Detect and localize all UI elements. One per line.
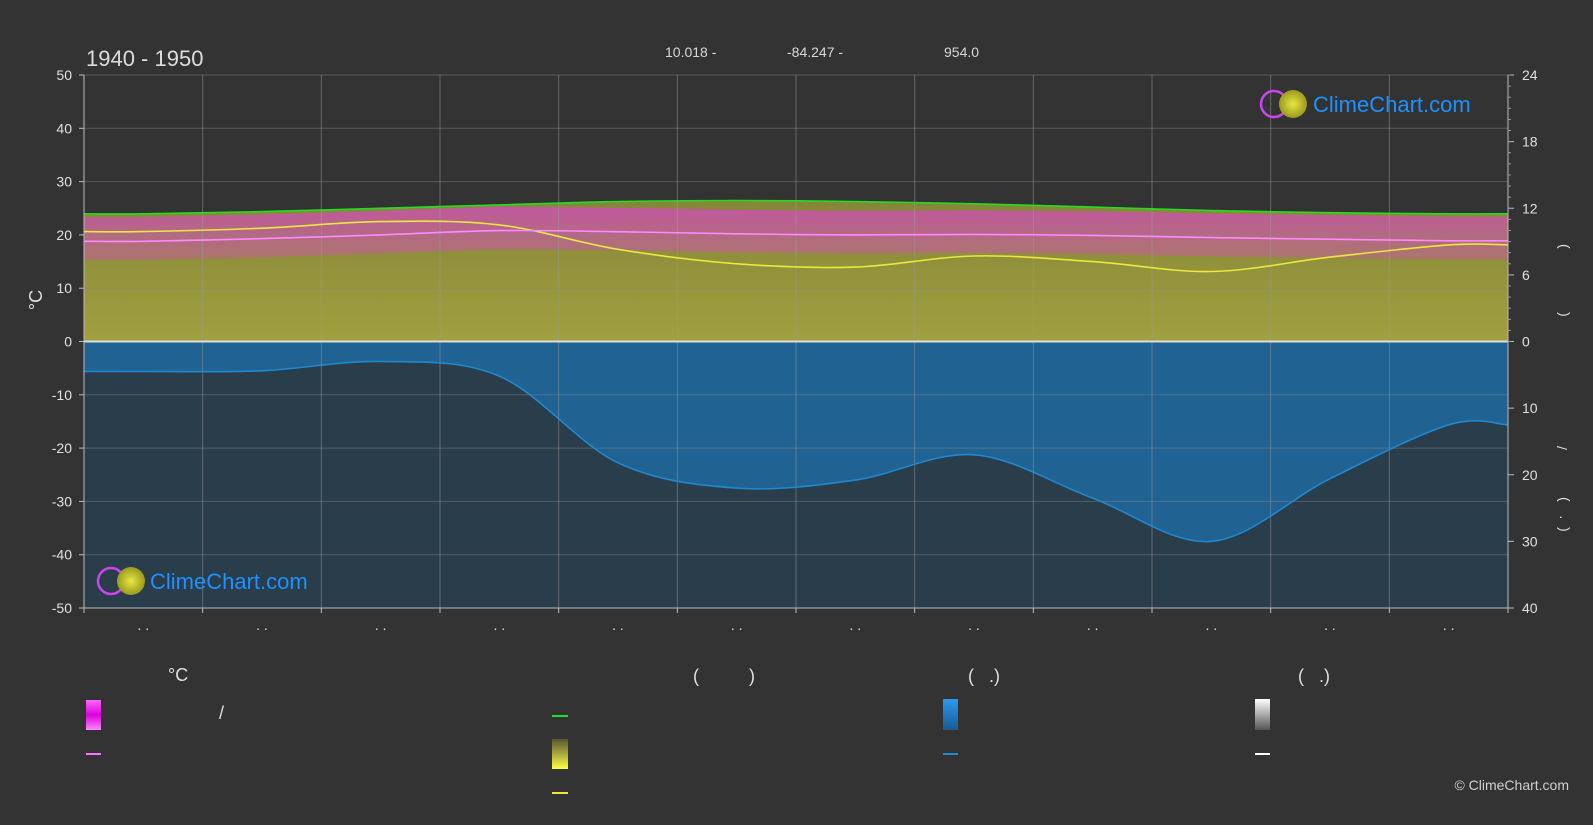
right-label-5: /: [1554, 446, 1570, 450]
legend-col1-header: °C: [168, 665, 189, 685]
left-tick-label: -20: [52, 440, 72, 456]
right-label-8: ): [1557, 527, 1573, 532]
chart-period-title: 1940 - 1950: [86, 46, 203, 71]
left-tick-label: 0: [64, 334, 72, 350]
right-label-6: (: [1557, 497, 1573, 502]
month-label: . .: [375, 617, 387, 633]
right-tick-label-mm: 40: [1522, 600, 1538, 616]
legend-rain-range-swatch: [943, 699, 958, 730]
right-tick-label-hours: 24: [1522, 67, 1538, 83]
month-label: . .: [968, 617, 980, 633]
logo-bottom-left: ClimeChart.com: [96, 566, 308, 596]
month-label: . .: [1443, 617, 1455, 633]
right-label-1: (: [1557, 244, 1573, 249]
logo-text-bottom: ClimeChart.com: [150, 569, 308, 594]
month-label: . .: [612, 617, 624, 633]
copyright: © ClimeChart.com: [1454, 777, 1569, 793]
right-tick-label-mm: 30: [1522, 533, 1538, 549]
longitude-label: -84.247 -: [787, 44, 843, 60]
logo-text-top: ClimeChart.com: [1313, 92, 1471, 117]
right-tick-label-hours: 6: [1522, 267, 1530, 283]
right-tick-label-hours: 0: [1522, 334, 1530, 350]
climate-chart: 50 40 30 20 10 0 -10 -20 -30 -40 -50 24 18 12 6 0 10 20 30…: [26, 44, 1573, 794]
legend-sunshine-range-swatch: [552, 739, 568, 769]
right-label-7: ·: [1554, 515, 1570, 520]
legend-col3-header: ( .): [968, 666, 1000, 686]
right-tick-label-hours: 12: [1522, 200, 1538, 216]
month-label: . .: [1087, 617, 1099, 633]
latitude-label: 10.018 -: [665, 44, 717, 60]
left-tick-label: 30: [56, 174, 72, 190]
month-label: . .: [1324, 617, 1336, 633]
month-label: . .: [731, 617, 743, 633]
left-axis-unit: °C: [26, 290, 46, 310]
month-label: . .: [256, 617, 268, 633]
legend-col1-separator: /: [219, 703, 225, 723]
legend-snow-range-swatch: [1255, 699, 1270, 730]
elevation-label: 954.0: [944, 44, 979, 60]
month-label: . .: [1205, 617, 1217, 633]
left-tick-label: -10: [52, 387, 72, 403]
right-tick-label-mm: 10: [1522, 400, 1538, 416]
logo-top-right: ClimeChart.com: [1259, 89, 1471, 119]
logo-sun-icon: [117, 567, 145, 595]
month-label: . .: [493, 617, 505, 633]
left-tick-label: -40: [52, 547, 72, 563]
left-tick-label: 50: [56, 67, 72, 83]
month-label: . .: [137, 617, 149, 633]
left-tick-label: 10: [56, 280, 72, 296]
legend-col4-header: ( .): [1298, 666, 1330, 686]
month-label: . .: [849, 617, 861, 633]
right-tick-label-hours: 18: [1522, 134, 1538, 150]
legend-temp-range-swatch: [86, 700, 101, 730]
left-tick-label: 20: [56, 227, 72, 243]
left-tick-label: -30: [52, 493, 72, 509]
logo-sun-icon: [1279, 90, 1307, 118]
right-label-2: ): [1557, 312, 1573, 317]
left-tick-label: -50: [52, 600, 72, 616]
right-tick-label-mm: 20: [1522, 467, 1538, 483]
left-tick-label: 40: [56, 120, 72, 136]
legend-col2-header: ( ): [693, 666, 755, 686]
